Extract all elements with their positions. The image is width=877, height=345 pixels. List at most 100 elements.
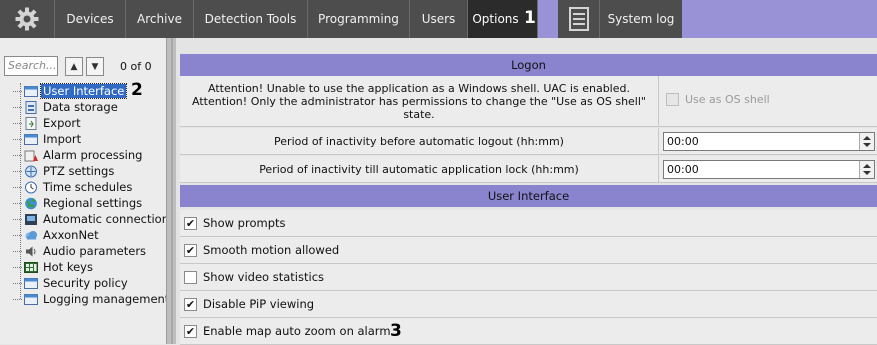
tab-devices[interactable]: Devices <box>55 0 126 38</box>
tab-detection-tools[interactable]: Detection Tools <box>194 0 308 38</box>
tab-users[interactable]: Users <box>410 0 468 38</box>
os-shell-cell: Use as OS shell <box>660 76 877 126</box>
audio-icon <box>24 245 38 258</box>
lock-cell: 00:00 <box>660 156 877 182</box>
sidebar-item-axxonnet[interactable]: AxxonNet <box>13 227 101 243</box>
alarm-icon <box>24 149 38 162</box>
sidebar-item-hot-keys[interactable]: Hot keys <box>13 259 95 275</box>
document-icon <box>568 7 589 31</box>
tab-programming[interactable]: Programming <box>308 0 410 38</box>
sidebar-item-label: AxxonNet <box>43 228 99 242</box>
lock-label: Period of inactivity till automatic appl… <box>180 156 659 182</box>
os-shell-label: Use as OS shell <box>685 93 770 106</box>
options-sidebar: Search... ▲ ▼ 0 of 0 User Interface Data… <box>0 38 169 344</box>
sidebar-item-data-storage[interactable]: Data storage <box>13 99 120 115</box>
settings-panel: Logon Attention! Unable to use the appli… <box>176 38 877 345</box>
settings-button[interactable] <box>0 0 55 38</box>
sidebar-item-label: Audio parameters <box>43 244 147 258</box>
attention-line-2: Attention! Only the administrator has pe… <box>192 94 646 108</box>
sidebar-item-security-policy[interactable]: Security policy <box>13 275 130 291</box>
show-prompts-checkbox[interactable]: ✔ Show prompts <box>180 210 877 237</box>
sidebar-item-label: Alarm processing <box>43 148 143 162</box>
logout-cell: 00:00 <box>660 128 877 154</box>
sidebar-item-logging-management[interactable]: Logging management <box>13 291 171 307</box>
clock-icon <box>24 181 38 194</box>
connection-icon <box>24 213 38 226</box>
sidebar-item-label: Import <box>43 132 82 146</box>
checkbox-unchecked <box>184 270 197 284</box>
checkbox-checked: ✔ <box>184 324 197 338</box>
sidebar-item-time-schedules[interactable]: Time schedules <box>13 179 134 195</box>
search-next-button[interactable]: ▼ <box>86 57 104 76</box>
lock-row: Period of inactivity till automatic appl… <box>180 156 877 183</box>
sidebar-item-label: Automatic connection <box>43 212 169 226</box>
sidebar-item-label: Logging management <box>43 292 170 306</box>
window-icon <box>24 293 38 306</box>
window-icon <box>24 85 38 98</box>
sidebar-item-automatic-connection[interactable]: Automatic connection <box>13 211 171 227</box>
sidebar-item-user-interface[interactable]: User Interface <box>13 83 128 99</box>
checkbox-box <box>666 93 679 106</box>
import-icon <box>24 133 38 146</box>
checkbox-checked: ✔ <box>184 243 197 257</box>
search-prev-button[interactable]: ▲ <box>65 57 83 76</box>
search-input[interactable]: Search... <box>4 56 58 76</box>
sidebar-item-label: Regional settings <box>43 196 143 210</box>
sidebar-item-label: Security policy <box>43 276 128 290</box>
sidebar-item-label: Data storage <box>43 100 118 114</box>
system-log-icon-button[interactable] <box>558 0 600 38</box>
window-icon <box>24 277 38 290</box>
use-as-os-shell-checkbox[interactable]: Use as OS shell <box>666 93 770 106</box>
sidebar-item-label: User Interface <box>39 83 128 99</box>
logout-time-input[interactable]: 00:00 <box>663 132 875 151</box>
show-video-statistics-checkbox[interactable]: Show video statistics <box>180 264 877 291</box>
os-shell-row: Attention! Unable to use the application… <box>180 76 877 127</box>
callout-2: 2 <box>131 80 143 100</box>
top-menu-bar: Devices Archive Detection Tools Programm… <box>0 0 877 38</box>
sidebar-item-ptz-settings[interactable]: PTZ settings <box>13 163 116 179</box>
option-label: Enable map auto zoom on alarm <box>203 324 391 338</box>
sidebar-item-alarm-processing[interactable]: Alarm processing <box>13 147 144 163</box>
sidebar-item-label: Hot keys <box>43 260 93 274</box>
sidebar-item-regional-settings[interactable]: Regional settings <box>13 195 144 211</box>
user-interface-section-header: User Interface <box>180 185 877 207</box>
panel-splitter[interactable] <box>166 38 176 344</box>
option-label: Disable PiP viewing <box>203 297 315 311</box>
attention-line-3: state. <box>403 107 435 121</box>
sidebar-item-label: PTZ settings <box>43 164 115 178</box>
sidebar-item-label: Export <box>43 116 81 130</box>
keyboard-icon <box>24 261 38 274</box>
chevron-down-icon: ▼ <box>91 61 99 72</box>
disable-pip-checkbox[interactable]: ✔ Disable PiP viewing <box>180 291 877 318</box>
export-icon <box>24 116 38 130</box>
tab-system-log[interactable]: System log <box>600 0 682 38</box>
sidebar-item-audio-parameters[interactable]: Audio parameters <box>13 243 148 259</box>
callout-3: 3 <box>390 321 402 341</box>
search-result-count: 0 of 0 <box>120 60 152 73</box>
checkbox-checked: ✔ <box>184 216 197 230</box>
spinner-arrows[interactable] <box>859 161 874 178</box>
checkbox-checked: ✔ <box>184 297 197 311</box>
sidebar-item-label: Time schedules <box>43 180 133 194</box>
sidebar-item-export[interactable]: Export <box>13 115 83 131</box>
cloud-icon <box>24 229 38 242</box>
tab-archive[interactable]: Archive <box>126 0 194 38</box>
lock-time-input[interactable]: 00:00 <box>663 160 875 179</box>
globe-icon <box>24 197 38 210</box>
uac-warning: Attention! Unable to use the application… <box>180 76 659 126</box>
storage-icon <box>24 100 38 114</box>
smooth-motion-checkbox[interactable]: ✔ Smooth motion allowed <box>180 237 877 264</box>
option-label: Show video statistics <box>203 270 325 284</box>
logon-section-header: Logon <box>180 54 877 76</box>
chevron-up-icon: ▲ <box>70 61 78 72</box>
sidebar-item-import[interactable]: Import <box>13 131 83 147</box>
map-auto-zoom-checkbox[interactable]: ✔ Enable map auto zoom on alarm <box>180 318 877 345</box>
logout-row: Period of inactivity before automatic lo… <box>180 128 877 155</box>
ptz-icon <box>24 165 38 178</box>
logout-label: Period of inactivity before automatic lo… <box>180 128 659 154</box>
option-label: Smooth motion allowed <box>203 243 340 257</box>
attention-line-1: Attention! Unable to use the application… <box>208 81 630 95</box>
spinner-arrows[interactable] <box>859 133 874 150</box>
gear-icon <box>15 7 39 31</box>
callout-1: 1 <box>524 8 536 28</box>
